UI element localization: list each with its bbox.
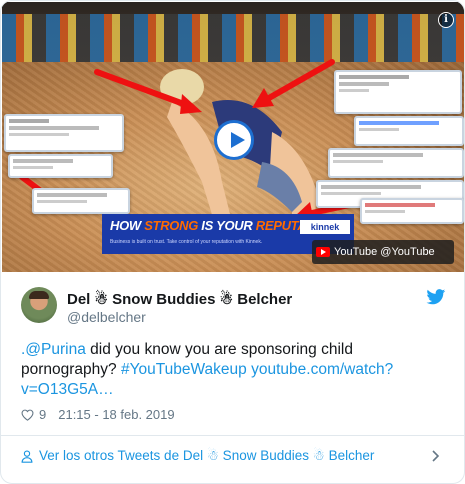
avatar[interactable] bbox=[21, 287, 57, 323]
comment-bubble bbox=[4, 114, 124, 152]
youtube-attribution-label: YouTube @YouTube bbox=[334, 246, 435, 258]
ad-banner-subtitle: Business is built on trust. Take control… bbox=[110, 239, 263, 245]
twitter-bird-icon[interactable] bbox=[426, 289, 446, 305]
mention-link[interactable]: .@Purina bbox=[21, 341, 86, 358]
comment-bubble bbox=[360, 198, 464, 224]
more-tweets-link[interactable]: Ver los otros Tweets de Del ☃ Snow Buddi… bbox=[1, 436, 464, 476]
person-icon bbox=[21, 449, 33, 463]
more-tweets-label: Ver los otros Tweets de Del ☃ Snow Buddi… bbox=[39, 448, 375, 463]
hashtag-link[interactable]: #YouTubeWakeup bbox=[121, 361, 247, 378]
ad-banner-brand-logo: kinnek bbox=[300, 220, 350, 234]
comment-bubble bbox=[354, 116, 464, 146]
tweet-embed-card: HOW STRONG IS YOUR REPUTATION? Business … bbox=[0, 0, 465, 484]
comment-bubble bbox=[32, 188, 130, 214]
heart-icon[interactable] bbox=[21, 409, 34, 421]
play-icon[interactable] bbox=[214, 120, 254, 160]
tweet-meta: 9 21:15 - 18 feb. 2019 bbox=[21, 407, 175, 422]
like-count[interactable]: 9 bbox=[39, 407, 46, 422]
youtube-attribution-badge[interactable]: YouTube @YouTube bbox=[312, 240, 454, 264]
chevron-right-icon bbox=[432, 450, 440, 462]
comment-bubble bbox=[8, 154, 113, 178]
comment-bubble bbox=[328, 148, 464, 178]
info-icon[interactable]: i bbox=[438, 12, 454, 28]
video-thumbnail[interactable]: HOW STRONG IS YOUR REPUTATION? Business … bbox=[2, 2, 464, 272]
youtube-logo-icon bbox=[316, 247, 330, 257]
tweet-text: .@Purina did you know you are sponsoring… bbox=[21, 340, 441, 400]
author-handle[interactable]: @delbelcher bbox=[67, 309, 146, 325]
author-name[interactable]: Del ☃ Snow Buddies ☃ Belcher bbox=[67, 290, 292, 308]
tweet-timestamp[interactable]: 21:15 - 18 feb. 2019 bbox=[58, 407, 174, 422]
comment-bubble bbox=[334, 70, 462, 114]
